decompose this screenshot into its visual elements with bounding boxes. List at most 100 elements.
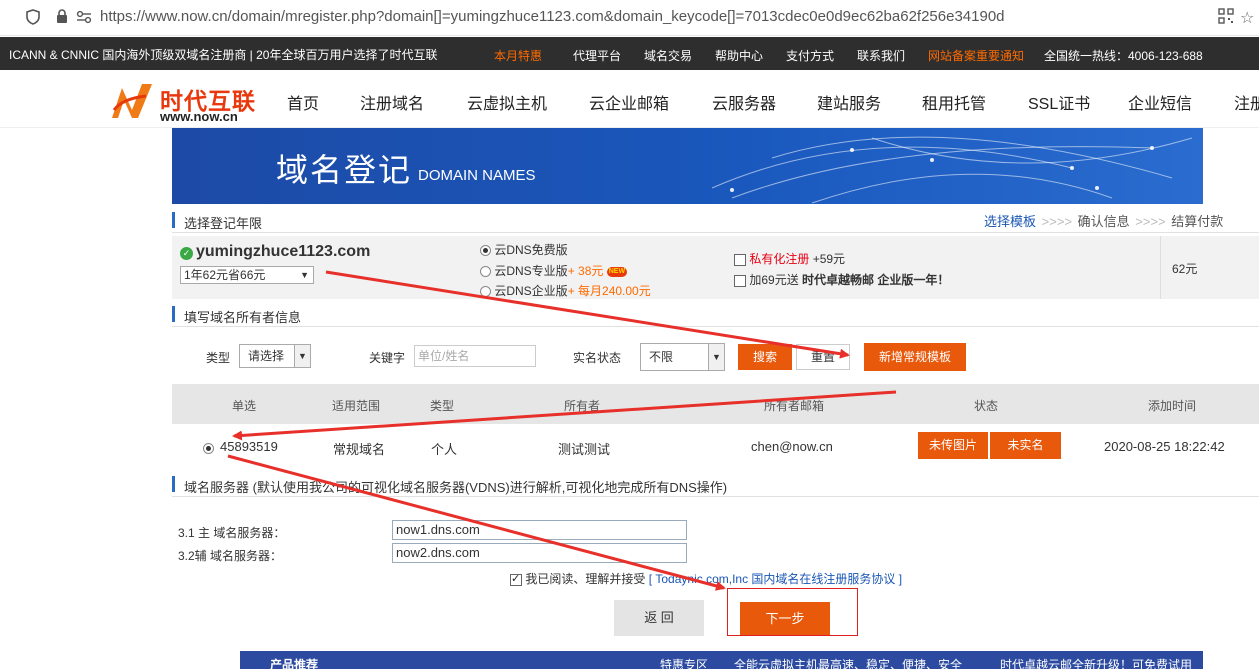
bottom-link[interactable]: 时代卓越云邮全新升级！可免费试用: [1000, 656, 1192, 669]
private-registration-option[interactable]: 私有化注册 +59元: [734, 250, 845, 267]
dns1-label: 3.1 主 域名服务器：: [178, 526, 286, 540]
section-marker: [172, 476, 175, 492]
keyword-input[interactable]: 单位/姓名: [414, 345, 536, 367]
dns-option-free[interactable]: 云DNS免费版: [480, 241, 568, 258]
step-confirm: 确认信息: [1077, 214, 1130, 229]
dns-option-price: + 每月240.00元: [567, 284, 651, 298]
type-label: 类型: [206, 351, 231, 365]
nav-sms[interactable]: 企业短信: [1128, 90, 1192, 114]
agree-checkbox[interactable]: [510, 572, 522, 586]
checkbox-icon[interactable]: [734, 274, 746, 287]
section-year-title: 选择登记年限: [184, 216, 263, 231]
private-reg-price: +59元: [812, 252, 846, 266]
section-owner-header: 填写域名所有者信息: [172, 301, 1259, 327]
agreement-row: 我已阅读、理解并接受 [ Todaynic.com,Inc 国内域名在线注册服务…: [510, 570, 902, 587]
topbar-link-contact[interactable]: 联系我们: [857, 47, 905, 64]
radio-icon[interactable]: [480, 245, 491, 257]
dns-option-price: + 38元: [567, 264, 604, 278]
mail-offer-label: 加69元送: [749, 273, 799, 287]
bottom-link[interactable]: 特惠专区: [660, 656, 708, 669]
dns-option-label: 云DNS专业版: [494, 264, 568, 278]
radio-icon[interactable]: [480, 266, 491, 278]
section-owner-title: 填写域名所有者信息: [184, 310, 302, 325]
next-button[interactable]: 下一步: [740, 602, 830, 635]
qr-code-icon[interactable]: [1218, 8, 1234, 27]
nav-site-build[interactable]: 建站服务: [817, 90, 881, 114]
column-header: 状态: [974, 399, 999, 413]
dns2-input[interactable]: now2.dns.com: [392, 543, 687, 563]
section-marker: [172, 212, 175, 228]
year-select-value: 1年62元省66元: [184, 268, 266, 282]
agree-text: 我已阅读、理解并接受: [525, 572, 646, 586]
checkbox-icon[interactable]: [734, 253, 746, 266]
status-badge-image[interactable]: 未传图片: [918, 432, 988, 459]
status-select-value: 不限: [649, 350, 674, 364]
row-radio[interactable]: [203, 443, 214, 455]
type-select[interactable]: 请选择 ▼: [239, 344, 311, 368]
topbar-link-promo[interactable]: 本月特惠: [494, 47, 542, 64]
logo-url: www.now.cn: [160, 109, 238, 124]
top-info-bar: ICANN & CNNIC 国内海外顶级双域名注册商 | 20年全球百万用户选择…: [0, 37, 1259, 70]
reset-button[interactable]: 重置: [796, 344, 850, 370]
private-reg-label: 私有化注册: [749, 252, 810, 266]
agreement-link[interactable]: [ Todaynic.com,Inc 国内域名在线注册服务协议 ]: [649, 572, 902, 586]
dns1-input[interactable]: now1.dns.com: [392, 520, 687, 540]
step-separator: >>>>: [1135, 214, 1166, 229]
column-header: 适用范围: [332, 399, 381, 413]
domain-banner: 域名登记 DOMAIN NAMES: [172, 128, 1203, 204]
nav-virtual-host[interactable]: 云虚拟主机: [467, 90, 547, 114]
hotline: 全国统一热线：4006-123-688: [1044, 49, 1203, 63]
chevron-down-icon: ▼: [708, 344, 724, 370]
topbar-link-trade[interactable]: 域名交易: [644, 47, 692, 64]
site-logo[interactable]: 时代互联 www.now.cn: [108, 78, 268, 124]
topbar-link-notice[interactable]: 网站备案重要通知: [928, 47, 1024, 64]
chevron-down-icon: ▼: [300, 270, 309, 280]
search-button[interactable]: 搜索: [738, 344, 792, 370]
step-pay: 结算付款: [1171, 214, 1224, 229]
radio-icon[interactable]: [480, 286, 491, 298]
nav-register-domain[interactable]: 注册域名: [360, 90, 424, 114]
check-icon: ✓: [180, 247, 193, 260]
add-template-button[interactable]: 新增常规模板: [864, 343, 966, 371]
nav-register[interactable]: 注册: [1234, 90, 1259, 114]
mail-offer-option[interactable]: 加69元送 时代卓越畅邮 企业版一年！: [734, 271, 949, 288]
topbar-link-payment[interactable]: 支付方式: [786, 47, 834, 64]
status-badge-realname[interactable]: 未实名: [990, 432, 1061, 459]
dns2-label: 3.2辅 域名服务器：: [178, 549, 283, 563]
back-button[interactable]: 返 回: [614, 600, 704, 636]
lock-icon[interactable]: [56, 9, 68, 27]
bottom-link[interactable]: 全能云虚拟主机最高速、稳定、便捷、安全: [734, 656, 962, 669]
bookmark-star-icon[interactable]: ☆: [1240, 8, 1254, 28]
chevron-down-icon: ▼: [294, 345, 310, 367]
topbar-link-help[interactable]: 帮助中心: [715, 47, 763, 64]
url-text[interactable]: https://www.now.cn/domain/mregister.php?…: [100, 8, 1005, 25]
dns-option-label: 云DNS企业版: [494, 284, 568, 298]
nav-hosting[interactable]: 租用托管: [922, 90, 986, 114]
section-dns-title: 域名服务器 (默认使用我公司的可视化域名服务器(VDNS)进行解析,可视化地完成…: [184, 480, 728, 495]
product-recommend-bar: 产品推荐 特惠专区 全能云虚拟主机最高速、稳定、便捷、安全 时代卓越云邮全新升级…: [240, 651, 1203, 669]
column-header: 添加时间: [1148, 399, 1197, 413]
row-owner: 测试测试: [558, 442, 611, 457]
year-select[interactable]: 1年62元省66元 ▼: [180, 266, 314, 284]
owner-table-header: 单选 适用范围 类型 所有者 所有者邮箱 状态 添加时间: [172, 384, 1259, 424]
keyword-placeholder: 单位/姓名: [418, 349, 470, 363]
banner-subtitle: DOMAIN NAMES: [418, 167, 536, 184]
nav-cloud-server[interactable]: 云服务器: [712, 90, 776, 114]
dns-option-pro[interactable]: 云DNS专业版+ 38元 NEW: [480, 262, 628, 279]
shield-icon[interactable]: [26, 9, 40, 28]
step-indicator: 选择模板 >>>> 确认信息 >>>> 结算付款: [984, 211, 1223, 230]
status-select[interactable]: 不限 ▼: [640, 343, 725, 371]
nav-mail[interactable]: 云企业邮箱: [589, 90, 669, 114]
section-dns-header: 域名服务器 (默认使用我公司的可视化域名服务器(VDNS)进行解析,可视化地完成…: [172, 471, 1259, 497]
topbar-link-agent[interactable]: 代理平台: [573, 47, 621, 64]
nav-home[interactable]: 首页: [287, 90, 319, 114]
domain-row: ✓ yumingzhuce1123.com 1年62元省66元 ▼ 云DNS免费…: [172, 236, 1259, 299]
permissions-icon[interactable]: [76, 10, 92, 27]
nav-ssl[interactable]: SSL证书: [1028, 90, 1090, 114]
row-scope: 常规域名: [333, 442, 386, 457]
row-type: 个人: [431, 442, 458, 457]
browser-address-bar: https://www.now.cn/domain/mregister.php?…: [0, 0, 1259, 36]
keyword-label: 关键字: [369, 351, 406, 365]
dns-option-enterprise[interactable]: 云DNS企业版+ 每月240.00元: [480, 282, 651, 299]
row-email: chen@now.cn: [751, 439, 833, 454]
